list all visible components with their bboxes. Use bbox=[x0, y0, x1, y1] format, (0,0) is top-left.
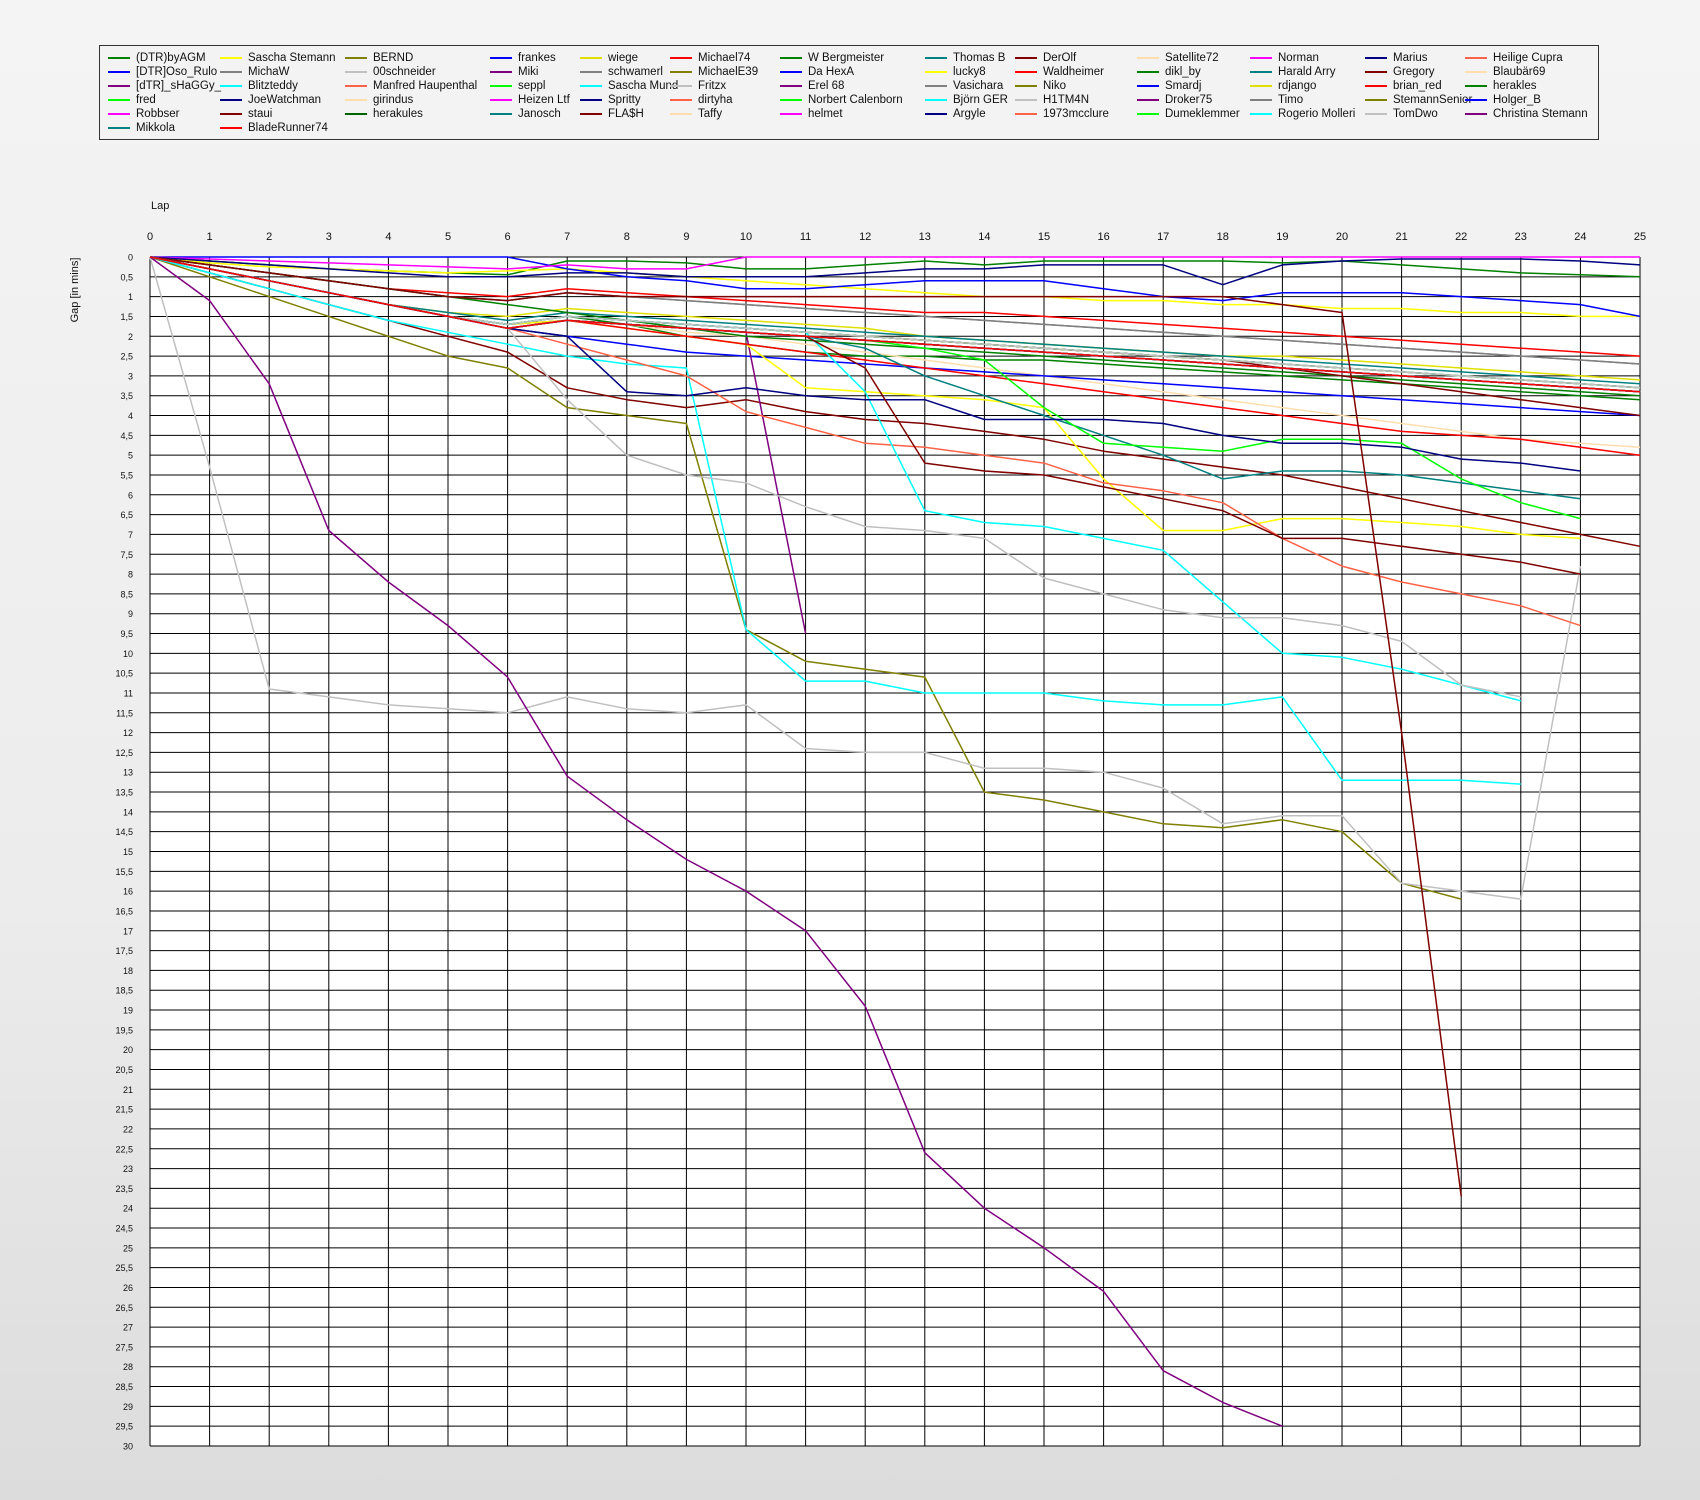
x-tick-label: 24 bbox=[1574, 231, 1586, 243]
x-tick-label: 4 bbox=[385, 231, 391, 243]
y-tick-label: 13,5 bbox=[115, 788, 133, 798]
x-tick-label: 17 bbox=[1157, 231, 1169, 243]
y-tick-label: 21 bbox=[123, 1085, 133, 1095]
y-tick-label: 29 bbox=[123, 1402, 133, 1412]
x-tick-label: 0 bbox=[147, 231, 153, 243]
y-tick-label: 11 bbox=[124, 688, 133, 698]
x-tick-label: 11 bbox=[800, 231, 811, 243]
x-tick-label: 20 bbox=[1336, 231, 1348, 243]
x-tick-label: 1 bbox=[207, 231, 213, 243]
y-tick-label: 27,5 bbox=[115, 1342, 133, 1352]
y-tick-label: 14 bbox=[123, 807, 133, 817]
x-axis-label: Lap bbox=[151, 200, 169, 212]
x-tick-label: 19 bbox=[1276, 231, 1288, 243]
y-tick-label: 19,5 bbox=[115, 1025, 133, 1035]
y-tick-label: 8,5 bbox=[120, 589, 133, 599]
y-tick-label: 3,5 bbox=[120, 391, 133, 401]
y-tick-label: 15 bbox=[123, 847, 133, 857]
y-tick-label: 22,5 bbox=[115, 1144, 133, 1154]
y-tick-label: 24,5 bbox=[115, 1224, 133, 1234]
y-tick-label: 20 bbox=[123, 1045, 133, 1055]
x-tick-label: 21 bbox=[1395, 231, 1407, 243]
y-tick-label: 7,5 bbox=[120, 550, 133, 560]
y-tick-label: 1 bbox=[128, 292, 133, 302]
y-tick-label: 1,5 bbox=[120, 312, 133, 322]
y-tick-label: 4,5 bbox=[120, 431, 133, 441]
x-tick-label: 13 bbox=[919, 231, 931, 243]
x-tick-label: 18 bbox=[1217, 231, 1229, 243]
x-tick-label: 22 bbox=[1455, 231, 1467, 243]
x-tick-label: 7 bbox=[564, 231, 570, 243]
y-tick-label: 0 bbox=[128, 253, 133, 263]
x-tick-label: 15 bbox=[1038, 231, 1050, 243]
y-tick-label: 30 bbox=[123, 1442, 133, 1452]
x-tick-label: 6 bbox=[505, 231, 511, 243]
y-tick-label: 25,5 bbox=[115, 1263, 133, 1273]
y-tick-label: 9,5 bbox=[120, 629, 133, 639]
y-tick-label: 16 bbox=[123, 887, 133, 897]
x-tick-label: 16 bbox=[1097, 231, 1109, 243]
chart: (DTR)byAGM Sascha Stemann BERND frankes wieg… bbox=[0, 0, 1700, 1500]
y-tick-label: 2,5 bbox=[120, 352, 133, 362]
y-tick-label: 9 bbox=[128, 609, 133, 619]
x-tick-label: 2 bbox=[266, 231, 272, 243]
y-tick-label: 22 bbox=[123, 1124, 133, 1134]
y-tick-label: 12,5 bbox=[115, 748, 133, 758]
y-tick-label: 13 bbox=[123, 768, 133, 778]
x-tick-label: 10 bbox=[740, 231, 752, 243]
y-tick-label: 8 bbox=[128, 570, 133, 580]
y-tick-label: 17,5 bbox=[115, 946, 133, 956]
y-tick-label: 23,5 bbox=[115, 1184, 133, 1194]
y-tick-label: 18,5 bbox=[115, 986, 133, 996]
y-tick-label: 11,5 bbox=[116, 708, 133, 718]
x-tick-label: 23 bbox=[1515, 231, 1527, 243]
y-tick-label: 14,5 bbox=[115, 827, 133, 837]
y-tick-label: 28 bbox=[123, 1362, 133, 1372]
y-tick-label: 16,5 bbox=[115, 906, 133, 916]
y-tick-label: 27 bbox=[123, 1323, 133, 1333]
y-tick-label: 28,5 bbox=[115, 1382, 133, 1392]
y-tick-label: 26 bbox=[123, 1283, 133, 1293]
y-tick-label: 0,5 bbox=[120, 272, 133, 282]
x-tick-label: 5 bbox=[445, 231, 451, 243]
y-tick-label: 18 bbox=[123, 966, 133, 976]
x-tick-label: 25 bbox=[1634, 231, 1646, 243]
y-tick-label: 6 bbox=[128, 490, 133, 500]
y-tick-label: 21,5 bbox=[115, 1105, 133, 1115]
y-tick-label: 7 bbox=[128, 530, 133, 540]
x-tick-label: 8 bbox=[624, 231, 630, 243]
x-tick-label: 12 bbox=[859, 231, 871, 243]
y-tick-label: 19 bbox=[123, 1006, 133, 1016]
plot-area: 0 1 2 3 4 5 6 7 8 9 10 11 12 13 14 15 16 17 18 19 20 21 22 23 24… bbox=[69, 200, 1646, 1452]
y-tick-label: 25 bbox=[123, 1243, 133, 1253]
y-tick-label: 20,5 bbox=[115, 1065, 133, 1075]
y-tick-label: 4 bbox=[128, 411, 133, 421]
y-tick-label: 24 bbox=[123, 1204, 133, 1214]
y-tick-label: 6,5 bbox=[120, 510, 133, 520]
y-axis-label: Gap [in mins] bbox=[69, 258, 81, 323]
y-tick-label: 29,5 bbox=[115, 1422, 133, 1432]
y-tick-label: 15,5 bbox=[115, 867, 133, 877]
y-tick-label: 23 bbox=[123, 1164, 133, 1174]
y-tick-label: 26,5 bbox=[115, 1303, 133, 1313]
x-tick-label: 14 bbox=[978, 231, 990, 243]
y-tick-label: 10,5 bbox=[115, 669, 133, 679]
y-tick-label: 5 bbox=[128, 451, 133, 461]
x-tick-label: 9 bbox=[683, 231, 689, 243]
y-tick-label: 3 bbox=[128, 371, 133, 381]
y-tick-label: 2 bbox=[128, 332, 133, 342]
y-tick-label: 17 bbox=[123, 926, 133, 936]
x-tick-label: 3 bbox=[326, 231, 332, 243]
y-tick-label: 12 bbox=[123, 728, 133, 738]
y-tick-label: 5,5 bbox=[120, 470, 133, 480]
y-tick-label: 10 bbox=[123, 649, 133, 659]
